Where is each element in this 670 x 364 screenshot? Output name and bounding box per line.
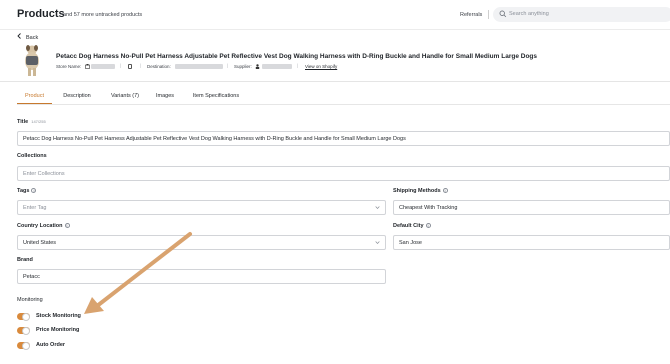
back-link[interactable]: Back	[17, 33, 38, 41]
tab-variants[interactable]: Variants (7)	[103, 88, 147, 104]
page-subtitle: and 57 more untracked products	[63, 12, 143, 18]
country-location-select[interactable]: United States	[17, 235, 386, 250]
shipping-methods-label: Shipping Methods i	[393, 188, 448, 194]
default-city-label: Default City i	[393, 223, 431, 229]
meta-separator: |	[140, 63, 142, 68]
header-divider	[488, 10, 489, 19]
copy-icon[interactable]	[128, 64, 132, 69]
brand-label: Brand	[17, 257, 33, 263]
toggle-knob	[22, 341, 30, 350]
chevron-down-icon	[375, 206, 380, 209]
search-input[interactable]: Search anything	[493, 7, 670, 22]
auto-order-toggle[interactable]	[17, 341, 30, 350]
collections-label: Collections	[17, 153, 47, 159]
collections-input[interactable]: Enter Collections	[17, 166, 670, 181]
store-name-redacted	[91, 64, 115, 69]
shipping-methods-value: Cheapest With Tracking	[399, 205, 458, 211]
supplier-icon	[255, 64, 260, 69]
tab-product[interactable]: Product	[17, 88, 52, 104]
info-icon: i	[31, 188, 37, 194]
brand-value: Petacc	[23, 274, 40, 280]
info-icon: i	[442, 188, 448, 194]
tags-label: Tags i	[17, 188, 37, 194]
stock-monitoring-toggle[interactable]	[17, 312, 30, 321]
destination-redacted	[175, 64, 223, 69]
stock-monitoring-label: Stock Monitoring	[36, 313, 81, 319]
tags-input[interactable]: Enter Tag	[17, 200, 386, 215]
product-thumbnail	[19, 45, 45, 77]
price-monitoring-label: Price Monitoring	[36, 327, 80, 333]
city-label-text: Default City	[393, 223, 424, 229]
title-label: Title 147/255	[17, 119, 46, 125]
tab-underline	[17, 104, 670, 105]
shipping-label-text: Shipping Methods	[393, 188, 441, 194]
info-icon: i	[425, 223, 431, 229]
product-title: Petacc Dog Harness No-Pull Pet Harness A…	[56, 53, 537, 60]
meta-separator: |	[120, 63, 122, 68]
search-icon	[499, 10, 507, 18]
country-location-value: United States	[23, 240, 57, 246]
title-label-text: Title	[17, 119, 29, 125]
collections-placeholder: Enter Collections	[23, 171, 65, 177]
back-label: Back	[26, 35, 39, 41]
info-icon: i	[64, 223, 70, 229]
header-divider-line	[0, 81, 670, 82]
tab-images[interactable]: Images	[151, 88, 179, 104]
price-monitoring-toggle[interactable]	[17, 326, 30, 335]
title-input-value: Petacc Dog Harness No-Pull Pet Harness A…	[23, 136, 406, 142]
destination-label: Destination:	[147, 64, 171, 69]
tab-item-specifications[interactable]: Item Specifications	[188, 88, 244, 104]
tags-placeholder: Enter Tag	[23, 205, 47, 211]
meta-separator: |	[297, 63, 299, 68]
store-name-label: Store Name:	[56, 64, 82, 69]
chevron-left-icon	[17, 33, 21, 39]
meta-separator: |	[227, 63, 229, 68]
tags-label-text: Tags	[17, 188, 30, 194]
toggle-knob	[22, 312, 30, 321]
chevron-down-icon	[375, 241, 380, 244]
default-city-input[interactable]: San Jose	[393, 235, 670, 250]
view-on-shopify-link[interactable]: View on Shopify	[305, 64, 337, 69]
search-placeholder: Search anything	[509, 11, 549, 17]
monitoring-heading: Monitoring	[17, 297, 43, 303]
supplier-redacted	[262, 64, 292, 69]
shipping-methods-select[interactable]: Cheapest With Tracking	[393, 200, 670, 215]
supplier-label: Supplier:	[234, 64, 252, 69]
top-bar: Products and 57 more untracked products …	[0, 0, 670, 30]
toggle-knob	[22, 326, 30, 335]
store-icon	[85, 64, 90, 69]
title-char-count: 147/255	[31, 119, 46, 124]
country-location-label: Country Location i	[17, 223, 70, 229]
country-label-text: Country Location	[17, 223, 63, 229]
default-city-value: San Jose	[399, 240, 422, 246]
page-title: Products	[17, 8, 65, 20]
referrals-link[interactable]: Referrals	[460, 12, 482, 18]
title-input[interactable]: Petacc Dog Harness No-Pull Pet Harness A…	[17, 131, 670, 146]
brand-input[interactable]: Petacc	[17, 269, 386, 284]
tab-description[interactable]: Description	[57, 88, 97, 104]
auto-order-label: Auto Order	[36, 342, 66, 348]
